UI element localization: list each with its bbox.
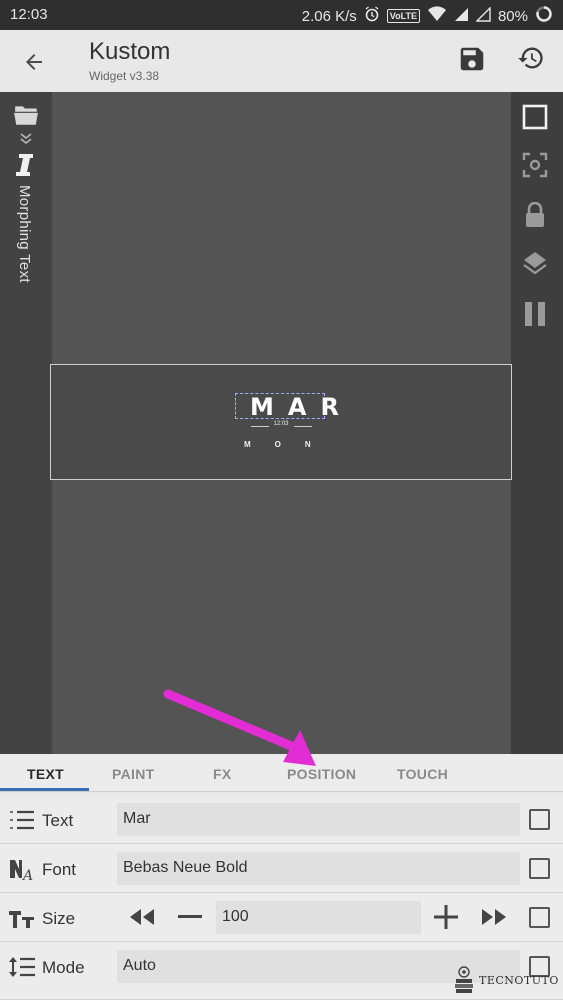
size-increase-button[interactable] — [432, 903, 460, 936]
text-module-icon-wrap — [14, 152, 38, 178]
font-row-label: Font — [42, 860, 77, 879]
tab-indicator — [0, 788, 89, 791]
tab-touch[interactable]: TOUCH — [397, 766, 448, 782]
focus-button[interactable] — [522, 152, 548, 178]
lock-button[interactable] — [524, 202, 546, 228]
preview-month-text[interactable]: MAR — [235, 393, 339, 420]
square-outline-icon — [522, 104, 548, 130]
tab-fx[interactable]: FX — [213, 766, 232, 782]
minus-icon — [178, 915, 202, 918]
font-value-field[interactable]: Bebas Neue Bold — [117, 852, 520, 885]
app-bar: Kustom Widget v3.38 — [0, 30, 563, 92]
preview-divider-left — [251, 426, 269, 427]
signal-icon — [454, 7, 469, 26]
tab-paint[interactable]: PAINT — [112, 766, 154, 782]
right-rail — [511, 92, 563, 754]
lock-icon — [526, 202, 544, 227]
text-formula-checkbox[interactable] — [529, 809, 550, 830]
alarm-icon — [364, 6, 380, 26]
save-disk-icon — [460, 47, 484, 71]
app-title: Kustom — [89, 38, 171, 65]
text-row-label: Text — [42, 811, 74, 830]
signal-outline-icon — [475, 5, 491, 26]
line-spacing-icon — [8, 955, 36, 979]
layers-button[interactable] — [522, 250, 548, 276]
center-focus-icon — [522, 152, 548, 178]
select-all-button[interactable] — [522, 104, 548, 130]
preview-day-text: MON — [244, 440, 335, 449]
preview-divider-right — [294, 426, 312, 427]
watermark-text: TECNOTUTO — [479, 973, 559, 987]
size-increase-fast-button[interactable] — [480, 905, 508, 934]
books-logo-icon — [455, 966, 473, 993]
font-formula-checkbox[interactable] — [529, 858, 550, 879]
format-list-icon — [8, 808, 36, 832]
size-decrease-button[interactable] — [176, 905, 204, 934]
property-row-font[interactable]: A Font Bebas Neue Bold — [0, 844, 563, 893]
pause-icon — [525, 302, 545, 326]
text-cursor-icon — [16, 154, 33, 176]
size-row-label: Size — [42, 909, 76, 928]
history-icon — [518, 47, 543, 69]
back-button[interactable] — [18, 46, 50, 78]
chevron-double-down-icon — [20, 133, 32, 144]
fast-rewind-icon — [130, 909, 154, 925]
status-bar: 12:03 2.06 K/s VoLTE 80% — [0, 0, 563, 30]
expand-button[interactable] — [19, 132, 33, 146]
tab-position[interactable]: POSITION — [287, 766, 356, 782]
tab-text[interactable]: TEXT — [27, 766, 64, 782]
layer-name-label: Morphing Text — [16, 185, 33, 283]
svg-text:A: A — [21, 868, 33, 882]
property-row-text[interactable]: Text Mar — [0, 795, 563, 844]
save-button[interactable] — [457, 44, 487, 74]
wifi-icon — [427, 6, 447, 26]
pause-button[interactable] — [523, 300, 547, 328]
arrow-left-icon — [26, 54, 42, 70]
editor-tabs: TEXT PAINT FX POSITION TOUCH — [0, 754, 563, 792]
history-button[interactable] — [517, 44, 547, 74]
folder-button[interactable] — [13, 104, 39, 126]
mode-row-label: Mode — [42, 958, 85, 977]
size-formula-checkbox[interactable] — [529, 907, 550, 928]
folder-icon — [14, 106, 38, 125]
battery-ring-icon — [535, 5, 553, 27]
status-right: 2.06 K/s VoLTE 80% — [302, 5, 553, 27]
size-value-field[interactable]: 100 — [216, 901, 421, 934]
battery-level: 80% — [497, 7, 528, 25]
text-size-icon — [8, 906, 36, 930]
size-decrease-fast-button[interactable] — [128, 905, 156, 934]
text-value-field[interactable]: Mar — [117, 803, 520, 836]
volte-badge: VoLTE — [386, 9, 420, 23]
network-speed: 2.06 K/s — [301, 7, 357, 25]
preview-time-text: 12:03 — [273, 421, 289, 427]
left-rail: Morphing Text — [0, 92, 52, 754]
status-time: 12:03 — [10, 6, 48, 23]
font-icon: A — [8, 857, 36, 882]
plus-icon — [434, 905, 458, 929]
app-subtitle: Widget v3.38 — [89, 69, 160, 83]
property-row-size[interactable]: Size 100 — [0, 893, 563, 942]
fast-forward-icon — [482, 909, 506, 925]
watermark: TECNOTUTO — [453, 963, 559, 997]
layers-icon — [523, 252, 547, 275]
